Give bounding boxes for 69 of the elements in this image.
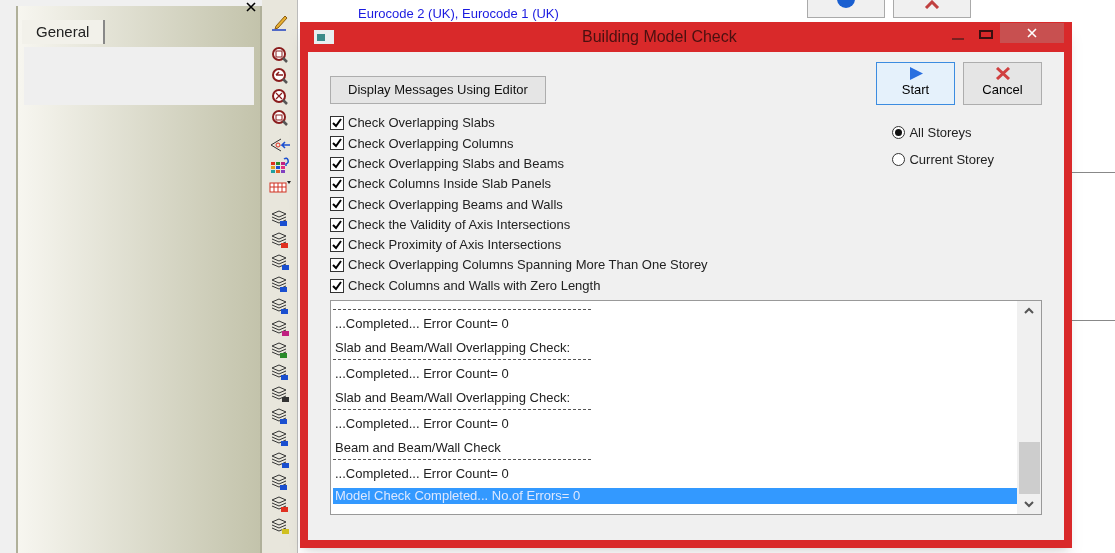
layers-icon[interactable]	[269, 385, 290, 404]
checkbox-label: Check Overlapping Columns Spanning More Than One Storey	[348, 256, 708, 275]
layers-icon[interactable]	[269, 275, 290, 294]
checkbox[interactable]	[330, 156, 344, 171]
layers-icon[interactable]	[269, 363, 290, 382]
close-icon[interactable]	[246, 2, 256, 12]
scroll-up-icon[interactable]	[1024, 306, 1034, 315]
play-icon	[908, 67, 923, 81]
close-button[interactable]	[892, 0, 971, 18]
radio-label: All Storeys	[909, 124, 972, 142]
cancel-icon	[994, 67, 1011, 81]
start-button[interactable]: Start	[876, 62, 955, 105]
layers-icon[interactable]	[269, 297, 290, 316]
radio-button[interactable]	[892, 152, 906, 166]
layers-icon[interactable]	[269, 209, 290, 228]
checkbox-label: Check the Validity of Axis Intersections	[348, 215, 571, 234]
checkbox[interactable]	[330, 136, 344, 151]
layers-icon[interactable]	[269, 231, 290, 250]
app-icon	[314, 30, 334, 44]
checkbox[interactable]	[330, 237, 344, 252]
checkbox[interactable]	[330, 116, 344, 131]
palette-icon[interactable]	[268, 156, 291, 174]
axis-icon[interactable]	[268, 137, 291, 153]
radio-button[interactable]	[892, 126, 906, 140]
layers-icon[interactable]	[269, 473, 290, 492]
log-line[interactable]: Beam and Beam/Wall Check	[333, 437, 1017, 458]
checkbox-label: Check Columns and Walls with Zero Length	[348, 276, 601, 295]
help-button[interactable]	[806, 0, 885, 18]
zoom-back-icon[interactable]	[270, 67, 289, 85]
display-messages-button[interactable]: Display Messages Using Editor	[330, 76, 546, 104]
radio-label: Current Storey	[909, 150, 994, 169]
layers-icon[interactable]	[269, 517, 290, 536]
log-line[interactable]: ...Completed... Error Count= 0	[333, 361, 1017, 388]
checkbox[interactable]	[330, 278, 344, 293]
window-title: Building Model Check	[582, 27, 737, 47]
cancel-button[interactable]: Cancel	[963, 62, 1042, 105]
scroll-thumb[interactable]	[1018, 441, 1040, 494]
close-icon	[922, 0, 941, 9]
checkbox[interactable]	[330, 258, 344, 273]
log-line[interactable]: Slab and Beam/Wall Overlapping Check:	[333, 387, 1017, 408]
checkbox-label: Check Overlapping Slabs	[348, 114, 495, 133]
checkbox-label: Check Overlapping Columns	[348, 134, 514, 153]
panel-tab[interactable]: General	[22, 20, 106, 44]
layers-icon[interactable]	[269, 253, 290, 272]
layers-icon[interactable]	[269, 319, 290, 338]
checkbox[interactable]	[330, 197, 344, 212]
checkbox-label: Check Columns Inside Slab Panels	[348, 175, 552, 194]
code-link[interactable]: Eurocode 2 (UK), Eurocode 1 (UK)	[358, 4, 559, 24]
layers-icon[interactable]	[269, 341, 290, 360]
log-line[interactable]: ...Completed... Error Count= 0	[333, 411, 1017, 438]
layers-icon[interactable]	[269, 451, 290, 470]
log-line[interactable]: ...Completed... Error Count= 0	[333, 461, 1017, 488]
zoom-icon[interactable]	[270, 109, 289, 127]
close-icon	[1027, 28, 1037, 38]
log-line[interactable]: ...Completed... Error Count= 0	[333, 311, 1017, 338]
info-icon	[835, 0, 856, 9]
checkbox-label: Check Proximity of Axis Intersections	[348, 236, 562, 255]
checkbox[interactable]	[330, 177, 344, 192]
log-line[interactable]: Slab and Beam/Wall Overlapping Check:	[333, 337, 1017, 358]
checkbox[interactable]	[330, 217, 344, 232]
zoom-all-icon[interactable]	[270, 88, 289, 106]
layers-icon[interactable]	[269, 407, 290, 426]
checkbox-label: Check Overlapping Beams and Walls	[348, 195, 563, 214]
scroll-down-icon[interactable]	[1024, 499, 1034, 508]
scrollbar[interactable]	[1017, 300, 1041, 514]
checkbox-label: Check Overlapping Slabs and Beams	[348, 155, 565, 173]
zoom-window-icon[interactable]	[270, 46, 289, 64]
layers-icon[interactable]	[269, 429, 290, 448]
layers-icon[interactable]	[269, 495, 290, 514]
